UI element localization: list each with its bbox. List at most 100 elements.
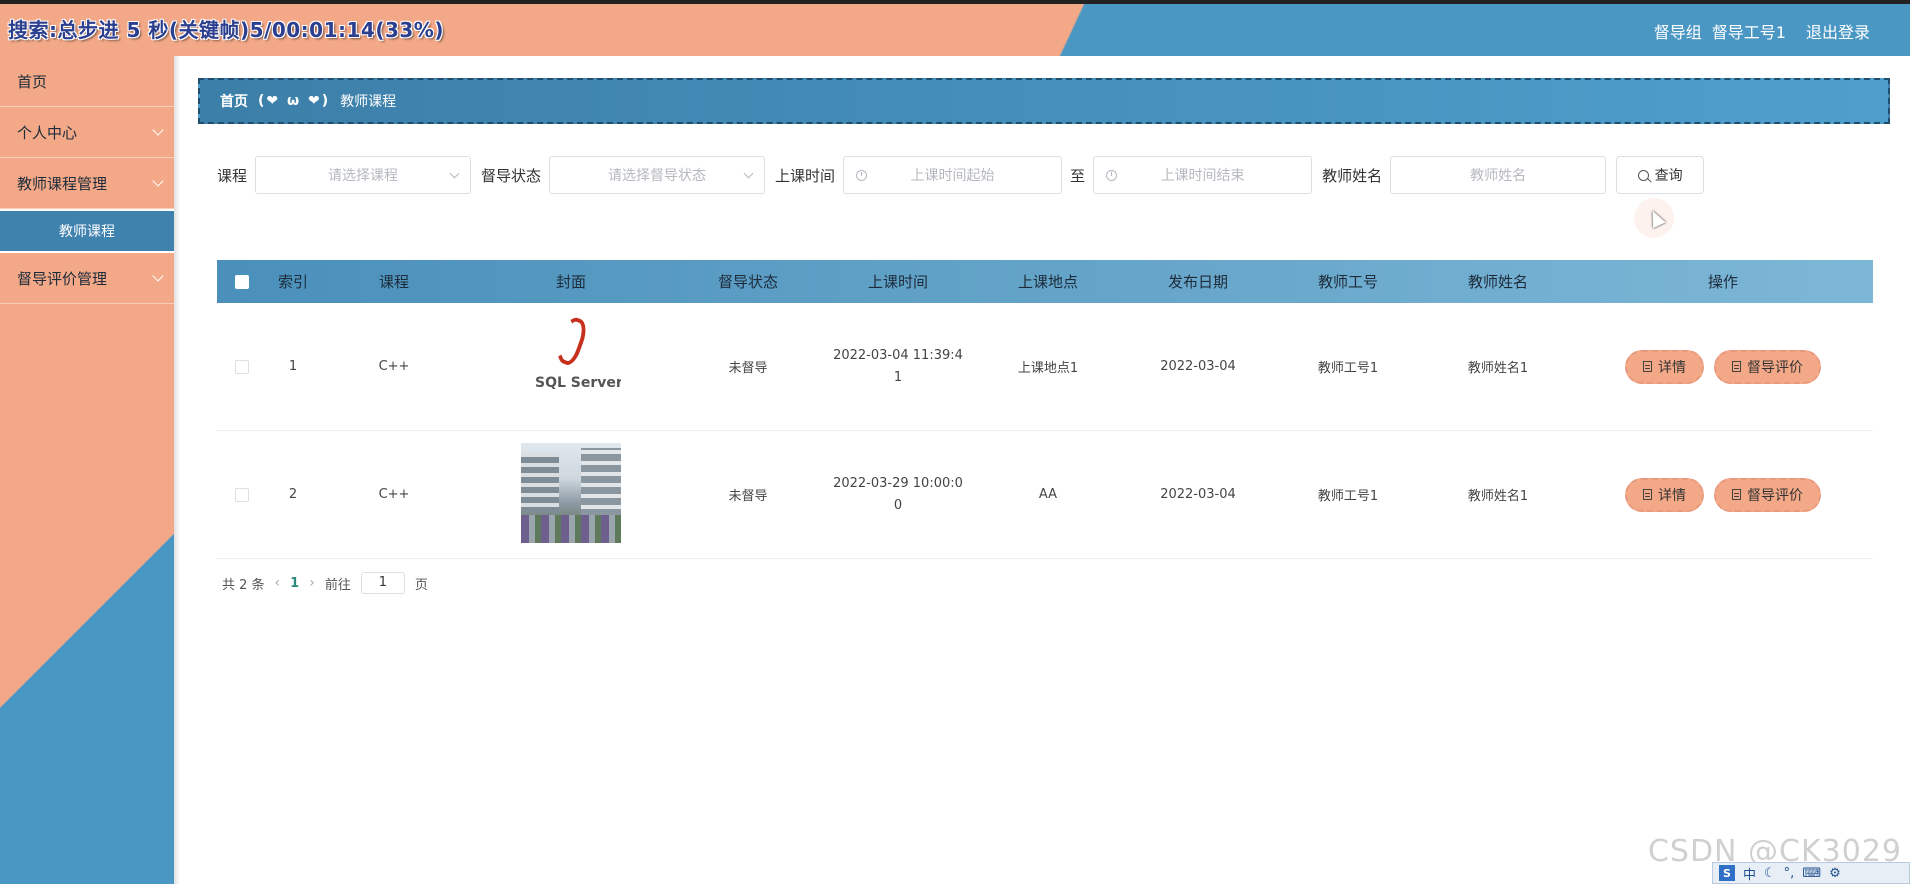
cell-teacher-id: 教师工号1 <box>1317 489 1379 504</box>
moon-icon[interactable]: ☾ <box>1764 866 1776 881</box>
cell-teacher-name: 教师姓名1 <box>1467 489 1529 504</box>
col-header-teacher-name: 教师姓名 <box>1467 273 1528 291</box>
time-label: 上课时间 <box>775 166 836 185</box>
cell-place: 上课地点1 <box>1017 361 1079 376</box>
building-image-part <box>521 514 621 543</box>
search-button-label: 查询 <box>1654 168 1683 184</box>
evaluate-button-label: 督导评价 <box>1747 487 1803 504</box>
time-text: 2022-03-04 11:39:41 <box>833 347 963 385</box>
time-text: 2022-03-29 10:00:00 <box>833 475 963 513</box>
course-select-placeholder: 请选择课程 <box>328 168 399 184</box>
document-icon <box>1732 489 1741 500</box>
row-select-cell <box>217 487 267 502</box>
cell-status: 未督导 <box>728 489 768 504</box>
document-icon <box>1732 361 1741 372</box>
logout-link[interactable]: 退出登录 <box>1806 19 1870 43</box>
ime-toolbar[interactable]: S 中 ☾ °, ⌨ ⚙ <box>1712 862 1910 884</box>
time-start-picker[interactable]: 上课时间起始 <box>843 156 1063 194</box>
search-button[interactable]: 查询 <box>1616 156 1705 194</box>
cell-cover: SQL Server 2012 <box>469 314 673 419</box>
cell-date: 2022-03-04 <box>1160 487 1236 502</box>
col-header-time: 上课时间 <box>867 273 928 291</box>
status-select[interactable]: 请选择督导状态 <box>549 156 766 194</box>
cover-image[interactable] <box>521 442 621 543</box>
chevron-left-icon[interactable]: ‹ <box>275 575 281 591</box>
user-role: 督导组 <box>1653 23 1702 42</box>
cell-cover <box>469 442 673 547</box>
document-icon <box>1643 361 1652 372</box>
teacher-label: 教师姓名 <box>1322 166 1383 185</box>
cell-actions: 详情 督导评价 <box>1573 349 1873 384</box>
breadcrumb-current: 教师课程 <box>340 94 397 110</box>
ime-language[interactable]: 中 <box>1743 864 1756 883</box>
sidebar-item-label: 教师课程管理 <box>17 174 108 193</box>
cell-course: C++ <box>378 359 410 374</box>
select-all-checkbox[interactable] <box>235 275 249 289</box>
breadcrumb-separator: (❤ ω ❤) <box>258 93 331 109</box>
breadcrumb-home[interactable]: 首页 <box>220 91 248 111</box>
pager-page-1[interactable]: 1 <box>290 576 299 591</box>
evaluate-button[interactable]: 督导评价 <box>1714 349 1821 384</box>
sidebar-item-home[interactable]: 首页 <box>0 56 174 107</box>
cell-course: C++ <box>378 487 410 502</box>
teacher-name-placeholder: 教师姓名 <box>1470 168 1527 184</box>
chevron-down-icon <box>449 168 460 179</box>
user-name: 督导工号1 <box>1711 23 1786 42</box>
detail-button-label: 详情 <box>1658 359 1686 376</box>
chevron-right-icon[interactable]: › <box>309 575 315 591</box>
col-header-place: 上课地点 <box>1017 273 1078 291</box>
row-checkbox[interactable] <box>235 487 249 502</box>
keyboard-icon[interactable]: ⌨ <box>1802 866 1821 881</box>
col-header-cover: 封面 <box>555 273 586 291</box>
clock-icon <box>1106 170 1118 181</box>
evaluate-button[interactable]: 督导评价 <box>1714 477 1821 512</box>
teacher-name-input[interactable]: 教师姓名 <box>1390 156 1607 194</box>
detail-button[interactable]: 详情 <box>1625 349 1704 384</box>
row-checkbox[interactable] <box>235 359 249 374</box>
cell-time: 2022-03-29 10:00:00 <box>823 473 973 517</box>
col-header-course: 课程 <box>378 273 409 291</box>
building-image-part <box>581 447 621 516</box>
cell-teacher-name: 教师姓名1 <box>1467 361 1529 376</box>
app-title: 搜索:总步进 5 秒(关键帧)5/00:01:14(33%) <box>8 18 444 42</box>
detail-button[interactable]: 详情 <box>1625 477 1704 512</box>
pager-goto-input[interactable]: 1 <box>360 572 405 594</box>
settings-icon[interactable]: ⚙ <box>1829 866 1841 881</box>
table-row: 2 C++ 未督导 2022-03-29 10:00:00 AA 2022-03… <box>217 431 1873 559</box>
cell-status: 未督导 <box>728 361 768 376</box>
col-header-actions: 操作 <box>1707 273 1738 291</box>
pagination: 共 2 条 ‹ 1 › 前往 1 页 <box>222 572 428 594</box>
sidebar-shadow <box>174 56 180 884</box>
sidebar-item-evaluation-management[interactable]: 督导评价管理 <box>0 253 174 304</box>
filter-bar: 课程 请选择课程 督导状态 请选择督导状态 上课时间 上课时间起始 至 上课时间… <box>217 156 1705 194</box>
time-end-placeholder: 上课时间结束 <box>1160 168 1245 184</box>
sidebar-item-teacher-course-management[interactable]: 教师课程管理 <box>0 158 174 209</box>
col-header-status: 督导状态 <box>717 273 778 291</box>
cover-image[interactable]: SQL Server 2012 <box>521 314 621 415</box>
user-info: 督导组 督导工号1 <box>1654 19 1786 43</box>
sidebar-item-label: 督导评价管理 <box>17 269 108 288</box>
chevron-down-icon <box>743 168 754 179</box>
time-start-placeholder: 上课时间起始 <box>910 168 995 184</box>
course-label: 课程 <box>217 166 248 185</box>
pager-total: 共 2 条 <box>222 577 265 593</box>
chevron-down-icon <box>152 175 164 187</box>
building-image-part <box>521 452 559 513</box>
cell-actions: 详情 督导评价 <box>1573 477 1873 512</box>
time-end-picker[interactable]: 上课时间结束 <box>1093 156 1313 194</box>
status-select-placeholder: 请选择督导状态 <box>608 168 707 184</box>
ime-logo-icon: S <box>1719 865 1735 881</box>
cell-index: 1 <box>288 359 298 374</box>
sidebar-item-personal-center[interactable]: 个人中心 <box>0 107 174 158</box>
header-user-area: 督导组 督导工号1 退出登录 <box>1654 19 1870 43</box>
course-select[interactable]: 请选择课程 <box>255 156 472 194</box>
punctuation-icon[interactable]: °, <box>1784 866 1795 881</box>
cell-date: 2022-03-04 <box>1160 359 1236 374</box>
breadcrumb: 首页 (❤ ω ❤) 教师课程 <box>198 78 1890 124</box>
pager-page-suffix: 页 <box>414 577 428 593</box>
pager-goto-label: 前往 <box>324 577 351 593</box>
sidebar-subitem-teacher-course[interactable]: 教师课程 <box>0 209 174 253</box>
table-row: 1 C++ SQL Server 2012 未督导 2022-03-04 11:… <box>217 303 1873 431</box>
course-table: 索引 课程 封面 督导状态 上课时间 上课地点 发布日期 教师工号 教师姓名 操… <box>217 260 1873 559</box>
sidebar-item-label: 个人中心 <box>17 123 78 142</box>
